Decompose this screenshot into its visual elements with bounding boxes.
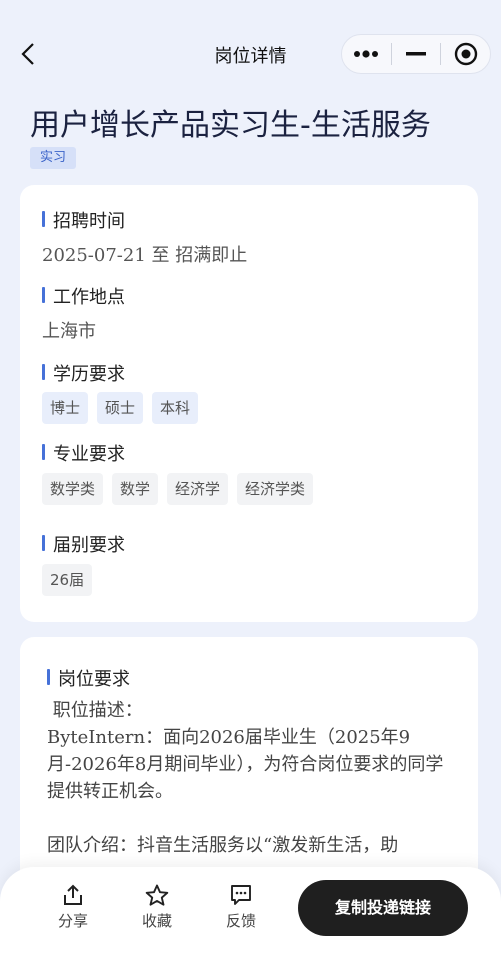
feedback-label: 反馈 [225, 912, 256, 930]
favorite-label: 收藏 [141, 912, 172, 930]
target-close-icon [454, 42, 477, 66]
mini-program-capsule [341, 34, 491, 74]
bottom-action-bar: 分享 收藏 反馈 复制投递链接 [0, 867, 501, 967]
major-tag: 数学类 [42, 473, 104, 505]
share-icon [64, 884, 82, 905]
graduation-tags: 26届 [42, 564, 93, 596]
team-intro: 团队介绍：抖音生活服务以“激发新生活，助 [47, 835, 399, 856]
education-label: 学历要求 [42, 360, 125, 386]
job-title: 用户增长产品实习生-生活服务 [30, 108, 431, 143]
job-type-badge: 实习 [30, 147, 77, 169]
more-dots-icon [354, 50, 379, 58]
requirements-label: 岗位要求 [47, 665, 130, 691]
favorite-button[interactable]: 收藏 [127, 884, 187, 931]
education-tag: 本科 [152, 392, 199, 424]
major-tag: 经济学类 [237, 473, 314, 505]
close-program-button[interactable] [441, 35, 490, 73]
major-tag: 经济学 [167, 473, 229, 505]
recruit-time-value: 2025-07-21 至 招满即止 [42, 245, 248, 266]
location-value: 上海市 [42, 321, 96, 342]
major-label: 专业要求 [42, 440, 125, 466]
description-heading: 职位描述： [47, 700, 143, 721]
education-tag: 硕士 [97, 392, 144, 424]
share-button[interactable]: 分享 [43, 884, 103, 931]
job-description: 职位描述： ByteIntern：面向2026届毕业生（2025年9月-2026… [47, 697, 457, 859]
feedback-message-icon [231, 885, 251, 905]
location-label: 工作地点 [42, 283, 125, 309]
job-info-card: 招聘时间 2025-07-21 至 招满即止 工作地点 上海市 学历要求 博士 … [20, 185, 478, 622]
description-intro: ByteIntern：面向2026届毕业生（2025年9月-2026年8月期间毕… [47, 727, 444, 802]
minimize-button[interactable] [392, 35, 441, 73]
share-label: 分享 [57, 912, 88, 930]
education-tags: 博士 硕士 本科 [42, 392, 199, 424]
minimize-icon [406, 52, 426, 56]
feedback-button[interactable]: 反馈 [211, 884, 271, 931]
copy-apply-link-button[interactable]: 复制投递链接 [298, 880, 468, 936]
recruit-time-label: 招聘时间 [42, 207, 125, 233]
more-button[interactable] [342, 35, 391, 73]
navigation-bar: 岗位详情 [0, 30, 501, 78]
graduation-tag: 26届 [42, 564, 93, 596]
star-icon [145, 884, 169, 906]
major-tags: 数学类 数学 经济学 经济学类 [42, 473, 314, 505]
major-tag: 数学 [112, 473, 159, 505]
education-tag: 博士 [42, 392, 89, 424]
graduation-label: 届别要求 [42, 531, 125, 557]
